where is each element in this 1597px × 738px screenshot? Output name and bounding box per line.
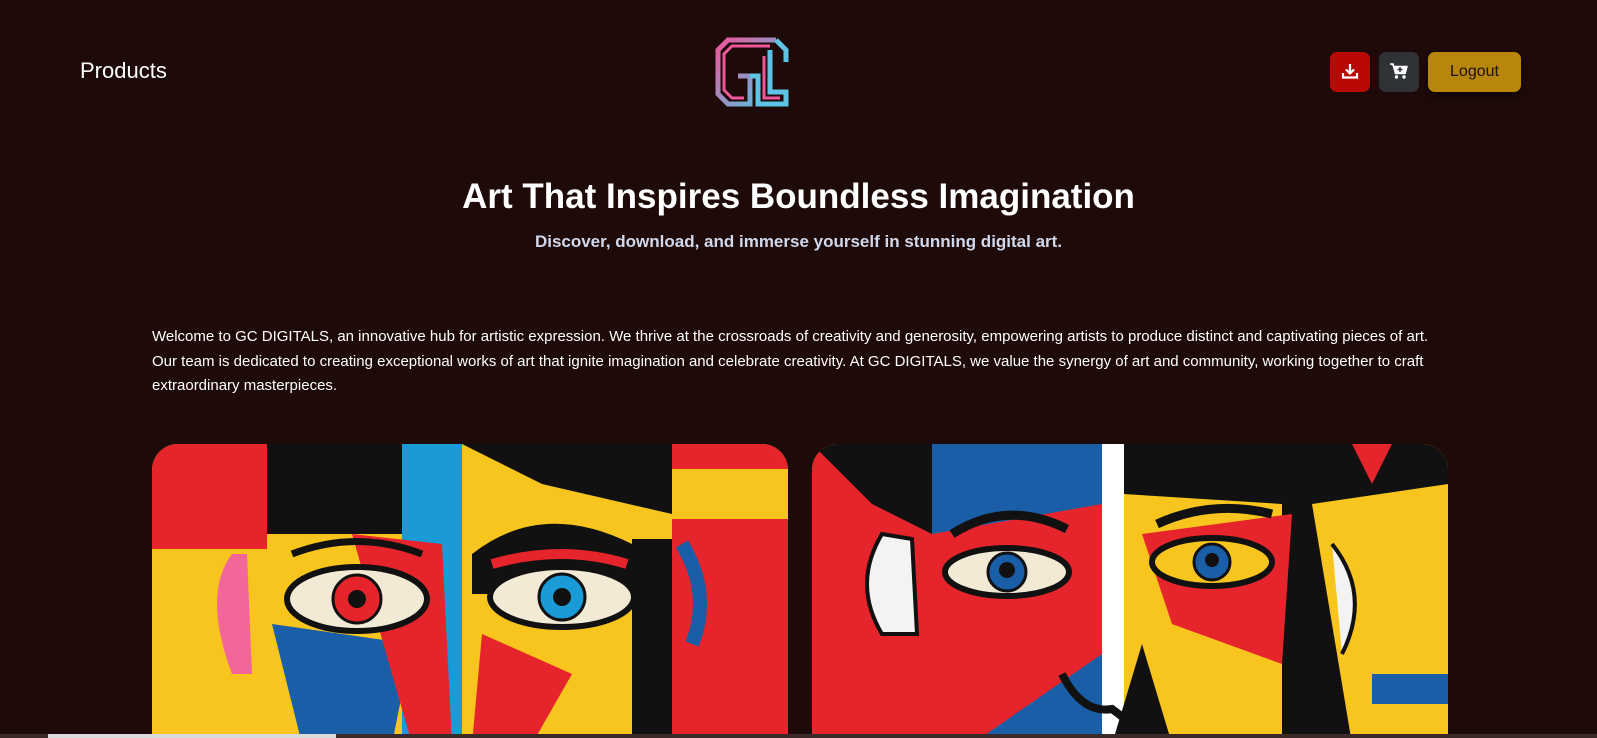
artwork-card[interactable] <box>152 444 788 738</box>
logout-button[interactable]: Logout <box>1428 52 1521 92</box>
header-actions: Logout <box>1330 52 1521 92</box>
scrollbar-thumb[interactable] <box>48 734 336 738</box>
cart-button[interactable] <box>1379 52 1419 92</box>
gc-logo-icon[interactable] <box>710 30 794 114</box>
cart-icon <box>1389 62 1409 83</box>
artwork-card[interactable] <box>812 444 1448 738</box>
download-button[interactable] <box>1330 52 1370 92</box>
artwork-image <box>812 444 1448 738</box>
nav-products-link[interactable]: Products <box>80 58 167 84</box>
hero-subtitle: Discover, download, and immerse yourself… <box>534 232 1063 251</box>
hero-title: Art That Inspires Boundless Imagination <box>462 177 1135 216</box>
download-icon <box>1341 62 1359 83</box>
intro-paragraph: Welcome to GC DIGITALS, an innovative hu… <box>152 328 1429 394</box>
artwork-image <box>152 444 788 738</box>
